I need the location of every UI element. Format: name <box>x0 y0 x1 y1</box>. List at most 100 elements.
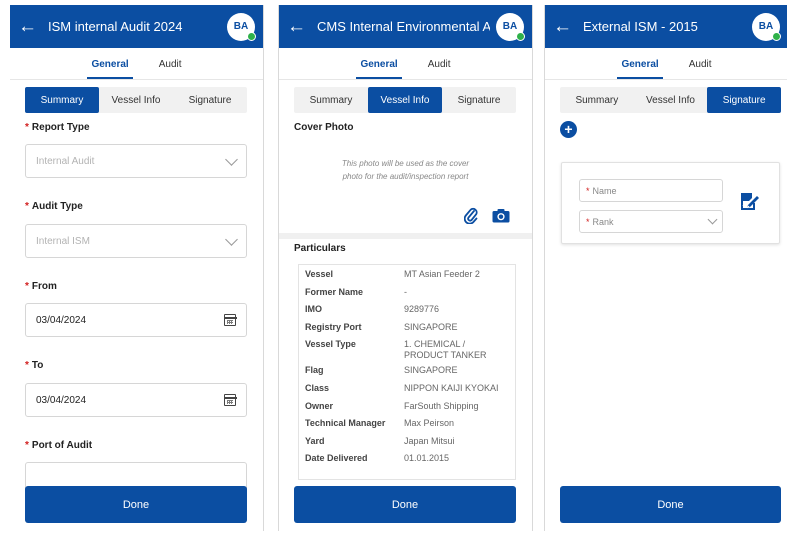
tab-audit[interactable]: Audit <box>155 57 186 77</box>
particulars-row: Class NIPPON KAIJI KYOKAI <box>299 379 515 397</box>
screen-summary: ← ISM internal Audit 2024 BA General Aud… <box>10 5 264 531</box>
particulars-key: Vessel Type <box>305 339 356 350</box>
report-type-label-text: Report Type <box>31 122 90 133</box>
from-label-text: From <box>31 281 57 292</box>
segmented-tabs: Summary Vessel Info Signature <box>25 87 247 113</box>
particulars-value: NIPPON KAIJI KYOKAI <box>404 382 499 393</box>
back-arrow-icon[interactable]: ← <box>553 17 577 36</box>
done-button[interactable]: Done <box>560 486 781 523</box>
tab-general[interactable]: General <box>617 57 663 79</box>
seg-tab-summary[interactable]: Summary <box>294 87 368 113</box>
tabs-divider <box>545 79 787 80</box>
segmented-tabs: Summary Vessel Info Signature <box>294 87 516 113</box>
top-tabs: General Audit <box>10 57 263 79</box>
particulars-title: Particulars <box>294 243 346 254</box>
avatar-initials: BA <box>502 21 518 32</box>
back-arrow-icon[interactable]: ← <box>287 17 311 36</box>
audit-type-label-text: Audit Type <box>31 201 83 212</box>
back-arrow-icon[interactable]: ← <box>18 17 42 36</box>
plus-icon: + <box>564 121 573 137</box>
seg-tab-summary[interactable]: Summary <box>25 87 99 113</box>
required-marker: * <box>25 360 29 371</box>
chevron-down-icon <box>707 214 718 225</box>
avatar[interactable]: BA <box>227 12 256 41</box>
particulars-value: 1. CHEMICAL / PRODUCT TANKER <box>404 339 487 361</box>
particulars-value: MT Asian Feeder 2 <box>404 269 480 279</box>
particulars-row: IMO 9289776 <box>299 300 515 318</box>
report-type-label: * Report Type <box>25 122 90 133</box>
to-label-text: To <box>31 360 44 371</box>
avatar[interactable]: BA <box>752 12 781 41</box>
particulars-row: Flag SINGAPORE <box>299 361 515 379</box>
top-tabs: General Audit <box>545 57 787 79</box>
paperclip-icon[interactable] <box>463 206 478 229</box>
chevron-down-icon <box>225 232 238 246</box>
tab-general[interactable]: General <box>356 57 402 79</box>
calendar-icon[interactable] <box>223 394 237 406</box>
tab-audit[interactable]: Audit <box>685 57 716 77</box>
particulars-value: SINGAPORE <box>404 321 458 332</box>
rank-select[interactable]: * Rank <box>579 210 723 233</box>
particulars-key: Technical Manager <box>305 418 386 429</box>
add-signature-button[interactable]: + <box>560 121 577 138</box>
app-header: ← ISM internal Audit 2024 BA <box>10 5 263 48</box>
particulars-row: Registry Port SINGAPORE <box>299 318 515 336</box>
seg-tab-signature[interactable]: Signature <box>173 87 247 113</box>
seg-tab-signature[interactable]: Signature <box>707 87 782 113</box>
cover-photo-actions <box>463 206 510 229</box>
required-marker: * <box>25 281 29 292</box>
seg-tab-summary[interactable]: Summary <box>560 87 634 113</box>
screen-signature: ← External ISM - 2015 BA General Audit S… <box>544 5 787 531</box>
required-marker: * <box>25 440 29 451</box>
from-date-field[interactable]: 03/04/2024 <box>25 303 247 337</box>
seg-tab-vessel-info[interactable]: Vessel Info <box>634 87 708 113</box>
tabs-divider <box>10 79 263 80</box>
done-button[interactable]: Done <box>25 486 247 523</box>
tab-audit[interactable]: Audit <box>424 57 455 77</box>
seg-tab-signature[interactable]: Signature <box>442 87 516 113</box>
required-marker: * <box>25 122 29 133</box>
signature-card: * Name * Rank <box>561 162 780 244</box>
page-title: External ISM - 2015 <box>583 19 698 34</box>
avatar-initials: BA <box>233 21 249 32</box>
required-marker: * <box>586 185 590 196</box>
chevron-down-icon <box>225 152 238 166</box>
online-status-icon <box>247 31 256 41</box>
particulars-row: Date Delivered 01.01.2015 <box>299 449 515 467</box>
port-label-text: Port of Audit <box>31 440 93 451</box>
particulars-key: Flag <box>305 365 324 376</box>
particulars-value: SINGAPORE <box>404 365 458 376</box>
tab-general[interactable]: General <box>87 57 133 79</box>
particulars-key: IMO <box>305 304 322 315</box>
audit-type-select[interactable]: Internal ISM <box>25 224 247 258</box>
particulars-key: Registry Port <box>305 321 362 332</box>
to-date-field[interactable]: 03/04/2024 <box>25 383 247 417</box>
audit-type-label: * Audit Type <box>25 201 83 212</box>
signature-edit-icon[interactable] <box>740 191 760 216</box>
particulars-key: Former Name <box>305 286 364 297</box>
camera-icon[interactable] <box>492 208 510 228</box>
page-title: ISM internal Audit 2024 <box>48 19 183 34</box>
rank-placeholder: Rank <box>592 216 614 227</box>
cover-note-line: photo for the audit/inspection report <box>342 172 469 181</box>
screen-vessel-info: ← CMS Internal Environmental Au BA Gener… <box>278 5 533 531</box>
avatar[interactable]: BA <box>496 12 525 41</box>
to-date-value: 03/04/2024 <box>36 394 87 406</box>
particulars-value: Max Peirson <box>404 418 455 429</box>
seg-tab-vessel-info[interactable]: Vessel Info <box>368 87 442 113</box>
particulars-row: Former Name - <box>299 283 515 301</box>
top-tabs: General Audit <box>279 57 532 79</box>
report-type-select[interactable]: Internal Audit <box>25 144 247 178</box>
name-placeholder: Name <box>592 185 617 196</box>
particulars-value: - <box>404 286 407 297</box>
seg-tab-vessel-info[interactable]: Vessel Info <box>99 87 173 113</box>
name-input[interactable]: * Name <box>579 179 723 202</box>
calendar-icon[interactable] <box>223 314 237 326</box>
online-status-icon <box>772 31 781 41</box>
page-title: CMS Internal Environmental Au <box>317 19 490 34</box>
avatar-initials: BA <box>758 21 774 32</box>
section-divider <box>279 233 532 239</box>
done-button[interactable]: Done <box>294 486 516 523</box>
particulars-table: Vessel MT Asian Feeder 2 Former Name - IMO 92… <box>298 264 516 480</box>
from-label: * From <box>25 281 57 292</box>
